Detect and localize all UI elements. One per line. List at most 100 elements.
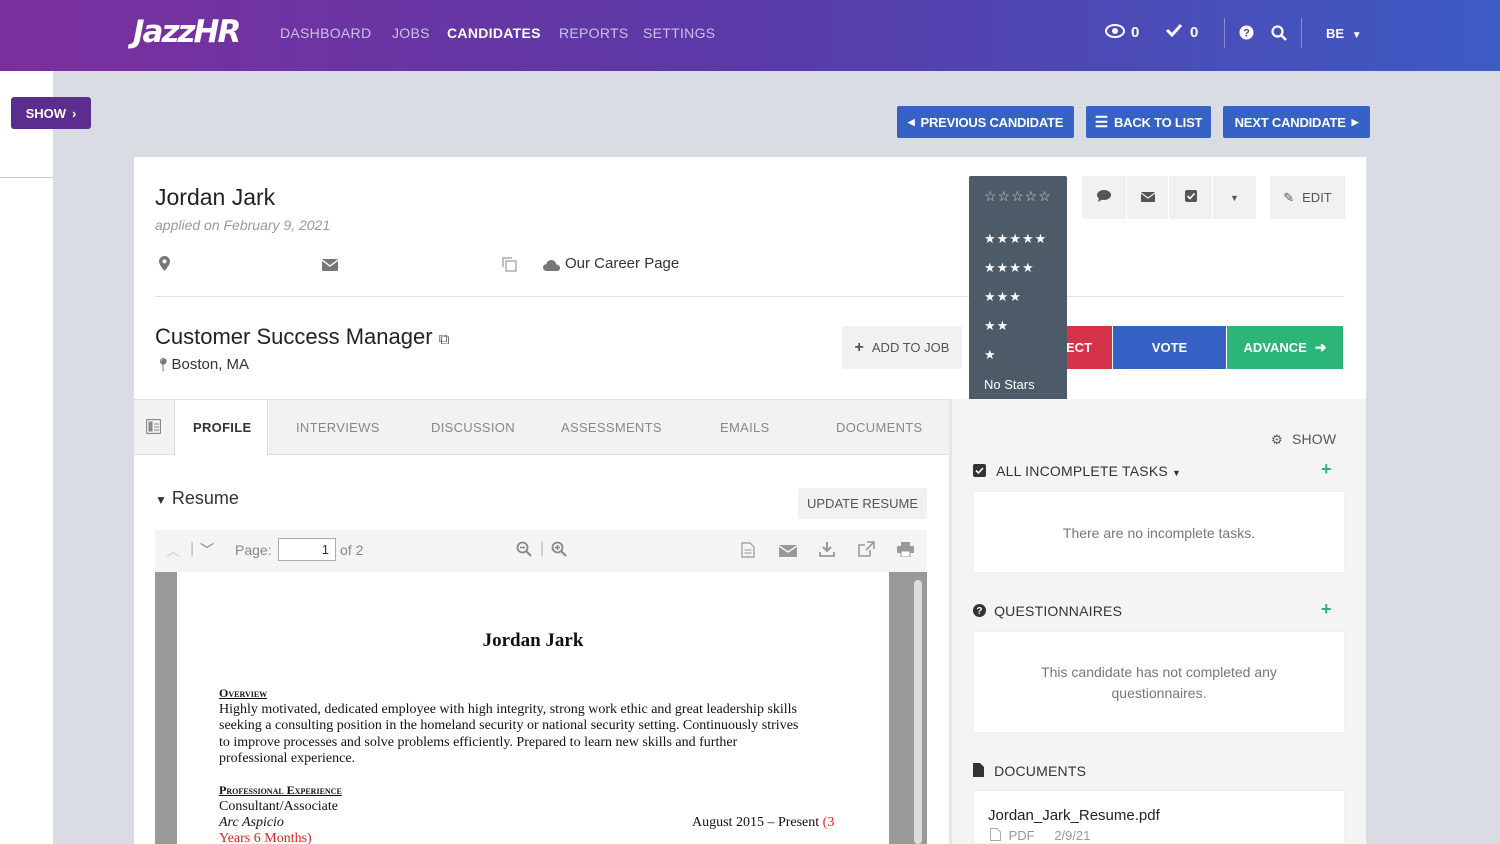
copy-icon[interactable] bbox=[502, 257, 517, 275]
caret-down-icon: ▼ bbox=[155, 493, 167, 507]
next-candidate-label: NEXT CANDIDATE bbox=[1234, 114, 1346, 130]
right-show-button[interactable]: ⚙ SHOW bbox=[1271, 431, 1336, 448]
external-link-icon[interactable]: ⧉ bbox=[439, 331, 450, 348]
chevron-left-icon: ◀ bbox=[907, 116, 915, 127]
resume-overview-line: Highly motivated, dedicated employee wit… bbox=[219, 702, 798, 717]
tab-profile[interactable]: PROFILE bbox=[193, 420, 251, 435]
document-icon[interactable] bbox=[741, 542, 755, 563]
reject-label: ECT bbox=[1066, 340, 1092, 355]
resume-candidate-name: Jordan Jark bbox=[482, 630, 584, 651]
current-rating-stars[interactable]: ☆☆☆☆☆ bbox=[984, 188, 1052, 205]
nav-divider bbox=[1301, 18, 1302, 48]
tab-assessments[interactable]: ASSESSMENTS bbox=[561, 420, 662, 435]
add-task-icon[interactable]: + bbox=[1321, 459, 1332, 480]
questionnaires-empty-message: This candidate has not completed any que… bbox=[1041, 664, 1277, 701]
resume-company: Arc Aspicio bbox=[219, 815, 284, 830]
open-external-icon[interactable] bbox=[858, 541, 875, 562]
gear-icon: ⚙ bbox=[1271, 432, 1283, 447]
pdf-scrollbar[interactable] bbox=[914, 580, 922, 844]
rating-option-4[interactable]: ★★★★ bbox=[984, 260, 1035, 276]
tasks-empty-message: There are no incomplete tasks. bbox=[1062, 525, 1256, 541]
questionnaires-heading: ? QUESTIONNAIRES bbox=[973, 603, 1122, 619]
candidate-name: Jordan Jark bbox=[155, 184, 276, 210]
update-resume-button[interactable]: UPDATE RESUME bbox=[798, 488, 927, 519]
questionnaires-heading-text: QUESTIONNAIRES bbox=[994, 603, 1123, 619]
more-actions-dropdown[interactable]: ▼ bbox=[1213, 176, 1256, 219]
tab-interviews[interactable]: INTERVIEWS bbox=[296, 420, 380, 435]
svg-text:?: ? bbox=[1243, 28, 1250, 40]
email-icon[interactable] bbox=[778, 544, 798, 562]
tab-discussion[interactable]: DISCUSSION bbox=[431, 420, 515, 435]
add-to-job-label: ADD TO JOB bbox=[871, 340, 950, 355]
question-circle-icon: ? bbox=[973, 603, 990, 619]
search-icon[interactable] bbox=[1271, 25, 1287, 45]
eye-icon[interactable] bbox=[1105, 23, 1125, 43]
next-page-icon[interactable]: ﹀ bbox=[200, 540, 214, 560]
applied-date: applied on February 9, 2021 bbox=[155, 217, 331, 233]
jazzhr-logo[interactable]: JazzHR bbox=[133, 14, 241, 50]
resume-heading[interactable]: ▼ Resume bbox=[155, 488, 239, 509]
help-icon[interactable]: ? bbox=[1239, 25, 1254, 44]
candidate-source: Our Career Page bbox=[565, 255, 680, 272]
advance-button[interactable]: ADVANCE ➜ bbox=[1227, 326, 1343, 369]
page-number-input[interactable]: 1 bbox=[278, 538, 336, 561]
rating-option-none[interactable]: No Stars bbox=[984, 377, 1035, 392]
document-name[interactable]: Jordan_Jark_Resume.pdf bbox=[988, 807, 1160, 824]
resume-duration-start: (3 bbox=[822, 815, 835, 830]
edit-button[interactable]: ✎ EDIT bbox=[1270, 176, 1345, 219]
nav-jobs[interactable]: JOBS bbox=[392, 25, 430, 41]
print-icon[interactable] bbox=[897, 542, 914, 562]
comment-button[interactable] bbox=[1082, 176, 1126, 219]
show-sidebar-button[interactable]: SHOW › bbox=[11, 97, 91, 129]
add-task-button[interactable] bbox=[1169, 176, 1212, 219]
user-menu[interactable]: BE ▼ bbox=[1326, 26, 1362, 41]
section-divider bbox=[155, 296, 1344, 297]
add-to-job-button[interactable]: + ADD TO JOB bbox=[842, 326, 962, 369]
tab-documents[interactable]: DOCUMENTS bbox=[836, 420, 922, 435]
rating-option-2[interactable]: ★★ bbox=[984, 318, 1009, 334]
back-to-list-button[interactable]: ☰ BACK TO LIST bbox=[1086, 106, 1211, 138]
collapse-panel-icon[interactable] bbox=[145, 418, 162, 439]
tasks-heading[interactable]: ALL INCOMPLETE TASKS ▼ bbox=[973, 463, 1181, 479]
arrow-right-icon: ➜ bbox=[1314, 339, 1327, 355]
checkbox-icon bbox=[973, 463, 990, 479]
add-questionnaire-icon[interactable]: + bbox=[1321, 599, 1332, 620]
nav-reports[interactable]: REPORTS bbox=[559, 25, 629, 41]
tasks-heading-text: ALL INCOMPLETE TASKS bbox=[996, 463, 1168, 479]
rating-option-3[interactable]: ★★★ bbox=[984, 289, 1022, 305]
left-panel-divider bbox=[0, 177, 53, 178]
check-icon[interactable] bbox=[1165, 22, 1183, 42]
documents-heading-text: DOCUMENTS bbox=[994, 763, 1087, 779]
advance-label: ADVANCE bbox=[1243, 340, 1307, 355]
chevron-right-icon: ▶ bbox=[1351, 116, 1359, 127]
job-location: 📍︎Boston, MA bbox=[155, 356, 249, 373]
edit-label: EDIT bbox=[1302, 190, 1332, 205]
nav-candidates[interactable]: CANDIDATES bbox=[447, 25, 541, 41]
tab-emails[interactable]: EMAILS bbox=[720, 420, 769, 435]
rating-option-5[interactable]: ★★★★★ bbox=[984, 231, 1047, 247]
email-icon[interactable] bbox=[321, 258, 339, 274]
download-icon[interactable] bbox=[819, 541, 835, 562]
document-meta: PDF 2/9/21 bbox=[990, 828, 1090, 843]
rating-option-1[interactable]: ★ bbox=[984, 347, 997, 363]
toolbar-separator: | bbox=[540, 540, 545, 557]
email-icon bbox=[1140, 190, 1155, 205]
previous-page-icon[interactable]: ︿ bbox=[166, 541, 180, 561]
svg-text:?: ? bbox=[976, 606, 982, 617]
send-email-button[interactable] bbox=[1127, 176, 1168, 219]
nav-dashboard[interactable]: DASHBOARD bbox=[280, 25, 371, 41]
nav-settings[interactable]: SETTINGS bbox=[643, 25, 715, 41]
resume-overview-line: seeking a consulting position in the hom… bbox=[219, 718, 799, 733]
vote-button[interactable]: VOTE bbox=[1113, 326, 1226, 369]
zoom-in-icon[interactable] bbox=[551, 541, 567, 562]
chevron-right-icon: › bbox=[72, 105, 77, 121]
zoom-out-icon[interactable] bbox=[516, 541, 532, 562]
page-total: of 2 bbox=[340, 542, 364, 558]
checkbox-icon bbox=[1184, 190, 1197, 205]
resume-role: Consultant/Associate bbox=[219, 799, 338, 814]
job-title[interactable]: Customer Success Manager ⧉ bbox=[155, 324, 449, 350]
plus-icon: + bbox=[854, 338, 864, 356]
next-candidate-button[interactable]: NEXT CANDIDATE ▶ bbox=[1223, 106, 1370, 138]
previous-candidate-button[interactable]: ◀ PREVIOUS CANDIDATE bbox=[897, 106, 1074, 138]
reject-button[interactable]: ECT bbox=[1066, 326, 1112, 369]
